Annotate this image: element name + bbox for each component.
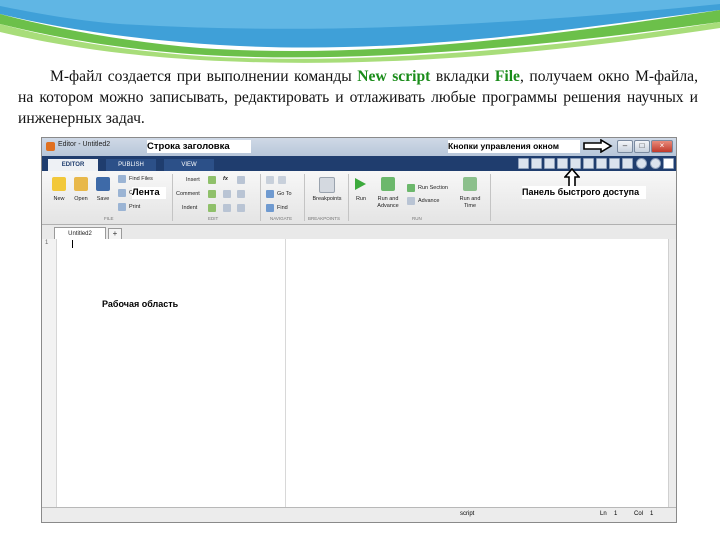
qa-help-icon[interactable]	[636, 158, 647, 169]
back-icon[interactable]	[266, 176, 274, 184]
goto-button[interactable]: Go To	[277, 191, 292, 197]
qa-redo-icon[interactable]	[596, 158, 607, 169]
smart-indent-icon	[208, 204, 216, 212]
run-section-icon	[407, 184, 415, 192]
qa-undo-icon[interactable]	[583, 158, 594, 169]
navigate-group-label: NAVIGATE	[270, 216, 293, 221]
status-ln-value: 1	[614, 511, 618, 517]
advance-button[interactable]: Advance	[418, 198, 439, 204]
close-button[interactable]: ×	[651, 140, 673, 153]
save-button[interactable]: Save	[90, 196, 116, 203]
file-tab-reference: File	[494, 68, 520, 85]
right-margin-line	[285, 239, 286, 507]
minimize-button[interactable]: –	[617, 140, 633, 153]
find-files-button[interactable]: Find Files	[129, 176, 153, 182]
annotation-ribbon: Лента	[132, 187, 166, 199]
new-icon	[52, 177, 66, 191]
find-files-icon	[118, 175, 126, 183]
group-divider	[172, 174, 173, 221]
tab-editor[interactable]: EDITOR	[48, 159, 98, 171]
find-icon	[266, 204, 274, 212]
save-icon	[96, 177, 110, 191]
run-and-advance-icon	[381, 177, 395, 191]
wrap-comments-icon	[237, 190, 245, 198]
print-icon	[118, 203, 126, 211]
group-divider	[260, 174, 261, 221]
run-and-advance-button[interactable]: Run and Advance	[372, 196, 404, 210]
file-group-label: FILE	[104, 216, 114, 221]
status-ln-label: Ln	[600, 511, 607, 517]
line-number-gutter: 1	[42, 239, 57, 507]
qa-print-icon[interactable]	[622, 158, 633, 169]
tab-publish[interactable]: PUBLISH	[106, 159, 156, 171]
description-paragraph: М-файл создается при выполнении команды …	[18, 66, 698, 129]
annotation-quick-access: Панель быстрого доступа	[522, 186, 646, 199]
editor-text-area[interactable]	[42, 239, 668, 507]
annotation-title-bar: Строка заголовка	[147, 140, 251, 153]
insert-button[interactable]: Insert	[186, 177, 200, 183]
run-group-label: RUN	[412, 216, 422, 221]
advance-icon	[407, 197, 415, 205]
status-mode: script	[460, 511, 475, 517]
qa-expand-icon[interactable]	[663, 158, 674, 169]
maximize-button[interactable]: □	[634, 140, 650, 153]
qa-search-icon[interactable]	[650, 158, 661, 169]
decrease-indent-icon	[237, 204, 245, 212]
decorative-wave-banner	[0, 0, 720, 63]
matlab-app-icon	[46, 142, 55, 151]
line-number: 1	[45, 240, 49, 246]
goto-icon	[266, 190, 274, 198]
qa-icon-1[interactable]	[518, 158, 529, 169]
arrow-up-icon	[564, 168, 580, 188]
ribbon-tab-bar: EDITOR PUBLISH VIEW	[42, 156, 676, 171]
insert-icon	[208, 176, 216, 184]
tab-view[interactable]: VIEW	[164, 159, 214, 171]
status-bar: script Ln 1 Col 1	[42, 507, 676, 522]
status-col-label: Col	[634, 511, 644, 517]
group-divider	[304, 174, 305, 221]
qa-switch-icon[interactable]	[609, 158, 620, 169]
annotation-workspace: Рабочая область	[102, 299, 179, 309]
qa-cut-icon[interactable]	[544, 158, 555, 169]
forward-icon[interactable]	[278, 176, 286, 184]
arrow-right-icon	[583, 139, 613, 153]
run-section-button[interactable]: Run Section	[418, 185, 448, 191]
run-and-time-button[interactable]: Run and Time	[456, 196, 484, 210]
text-cursor	[72, 240, 73, 248]
breakpoints-icon	[319, 177, 335, 193]
window-title: Editor - Untitled2	[58, 141, 111, 148]
paragraph-text-2: вкладки	[430, 68, 495, 85]
run-icon	[355, 178, 366, 190]
run-and-time-icon	[463, 177, 477, 191]
paragraph-text-1: М-файл создается при выполнении команды	[50, 68, 358, 85]
breakpoints-button[interactable]: Breakpoints	[306, 196, 348, 203]
new-script-command: New script	[357, 68, 431, 85]
print-button[interactable]: Print	[129, 204, 140, 210]
qa-save-icon[interactable]	[531, 158, 542, 169]
document-tab-strip: Untitled2 +	[42, 225, 676, 240]
vertical-scrollbar[interactable]	[668, 239, 676, 507]
group-divider	[490, 174, 491, 221]
insert-function-icon	[237, 176, 245, 184]
run-button[interactable]: Run	[348, 196, 374, 203]
edit-group-label: EDIT	[208, 216, 219, 221]
compare-icon	[118, 189, 126, 197]
comment-button[interactable]: Comment	[176, 191, 200, 197]
open-folder-icon	[74, 177, 88, 191]
fx-button[interactable]: fx	[223, 176, 228, 182]
breakpoints-group-label: BREAKPOINTS	[308, 216, 341, 221]
increase-indent-icon	[223, 204, 231, 212]
status-col-value: 1	[650, 511, 654, 517]
uncomment-icon	[223, 190, 231, 198]
find-button[interactable]: Find	[277, 205, 288, 211]
title-bar: Editor - Untitled2 – □ ×	[42, 138, 676, 156]
indent-button[interactable]: Indent	[182, 205, 197, 211]
comment-icon	[208, 190, 216, 198]
annotation-window-buttons: Кнопки управления окном	[448, 140, 580, 153]
